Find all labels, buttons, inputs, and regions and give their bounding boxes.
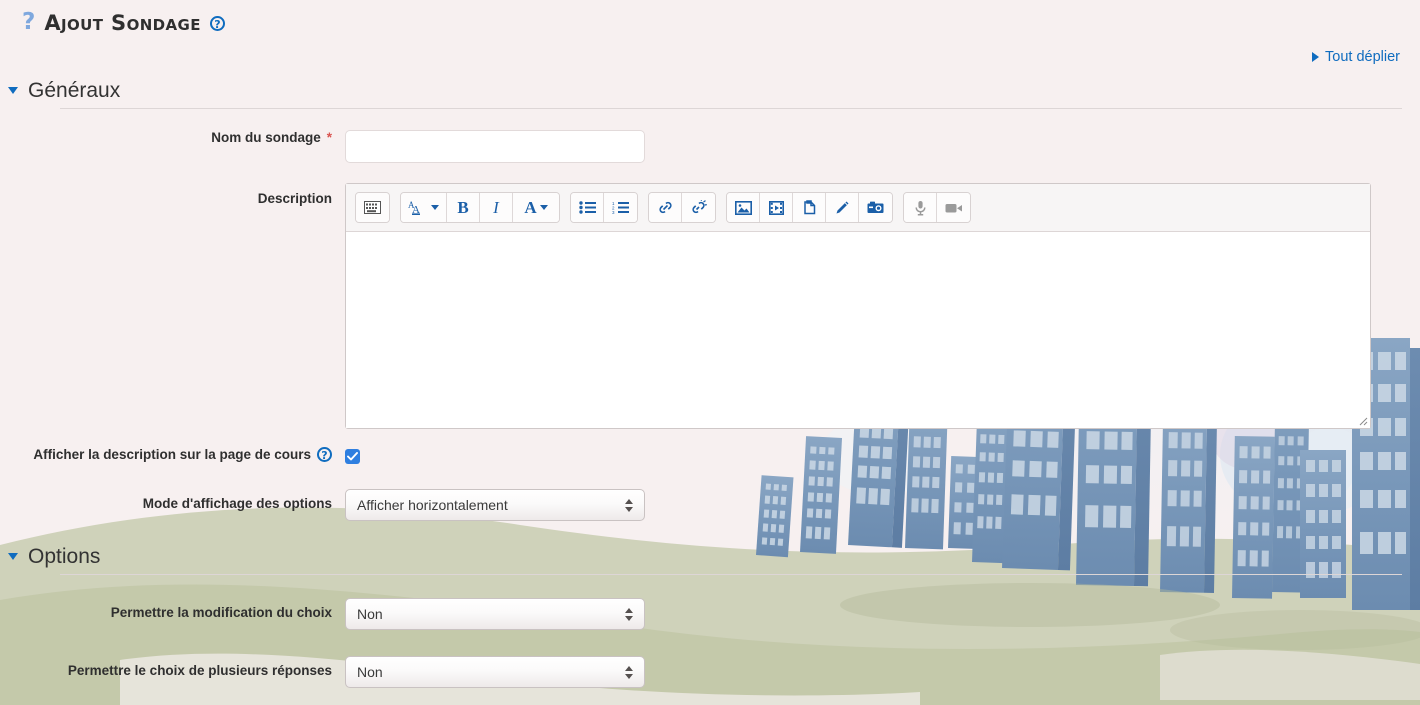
- font-style-icon[interactable]: A A: [401, 193, 447, 223]
- allow-update-select[interactable]: Non: [345, 598, 645, 631]
- required-indicator: *: [326, 130, 332, 146]
- pencil-icon[interactable]: [826, 193, 859, 223]
- show-description-checkbox[interactable]: [345, 449, 360, 465]
- question-mark-icon: ?: [22, 8, 36, 35]
- label-allow-update-text: Permettre la modification du choix: [110, 605, 332, 621]
- section-header-generaux[interactable]: Généraux: [0, 79, 1420, 102]
- text-color-icon[interactable]: A: [513, 193, 559, 223]
- expand-all-row: Tout déplier: [0, 49, 1420, 69]
- stepper-arrows-icon: [625, 665, 633, 679]
- editor-toolbar: A A B I A 1 2 3: [346, 184, 1370, 233]
- form-row-display-mode: Mode d'affichage des options Afficher ho…: [0, 489, 1420, 522]
- allow-update-value: Non: [357, 606, 383, 623]
- camera-icon[interactable]: [859, 193, 892, 223]
- page-header: ? Ajout Sondage ?: [0, 0, 1420, 38]
- label-description-text: Description: [257, 191, 332, 207]
- resize-handle[interactable]: [1356, 414, 1368, 426]
- section-title-options: Options: [28, 545, 101, 569]
- form-row-show-description: Afficher la description sur la page de c…: [0, 447, 1420, 466]
- toolbar-group-lists: 1 2 3: [570, 192, 638, 224]
- chevron-down-icon[interactable]: [8, 553, 18, 561]
- display-mode-select[interactable]: Afficher horizontalement: [345, 489, 645, 522]
- allow-multiple-value: Non: [357, 664, 383, 681]
- description-textarea[interactable]: [346, 232, 1370, 429]
- label-show-description-text: Afficher la description sur la page de c…: [33, 447, 311, 463]
- record-video-icon[interactable]: [937, 193, 970, 223]
- link-icon[interactable]: [649, 193, 682, 223]
- numbered-list-icon[interactable]: 1 2 3: [604, 193, 637, 223]
- chevron-down-icon: [539, 205, 548, 211]
- toolbar-group-text-format: A A B I A: [400, 192, 560, 224]
- help-icon[interactable]: ?: [209, 15, 225, 31]
- label-show-description: Afficher la description sur la page de c…: [0, 447, 345, 463]
- bold-icon[interactable]: B: [447, 193, 480, 223]
- video-icon[interactable]: [760, 193, 793, 223]
- expand-all-link[interactable]: Tout déplier: [1312, 49, 1400, 65]
- italic-icon[interactable]: I: [480, 193, 513, 223]
- stepper-arrows-icon: [625, 607, 633, 621]
- toolbar-group-keyboard: [355, 192, 390, 224]
- form-row-description: Description A A B I A 1 2 3: [0, 183, 1420, 430]
- allow-multiple-select[interactable]: Non: [345, 656, 645, 689]
- italic-label: I: [493, 198, 499, 218]
- svg-text:3: 3: [612, 210, 615, 214]
- svg-text:A: A: [412, 204, 420, 215]
- bulleted-list-icon[interactable]: [571, 193, 604, 223]
- form-row-allow-multiple: Permettre le choix de plusieurs réponses…: [0, 656, 1420, 689]
- form-row-name: Nom du sondage *: [0, 130, 1420, 164]
- expand-all-label: Tout déplier: [1325, 49, 1400, 65]
- label-description: Description: [0, 183, 345, 206]
- section-title-generaux: Généraux: [28, 79, 121, 102]
- label-name-text: Nom du sondage: [211, 130, 321, 146]
- stepper-arrows-icon: [625, 498, 633, 512]
- keyboard-icon[interactable]: [356, 193, 389, 223]
- label-display-mode-text: Mode d'affichage des options: [142, 496, 332, 512]
- section-divider: [60, 574, 1402, 576]
- toolbar-group-media: [726, 192, 893, 224]
- label-allow-multiple-text: Permettre le choix de plusieurs réponses: [67, 663, 332, 679]
- label-allow-update: Permettre la modification du choix: [0, 598, 345, 620]
- chevron-down-icon[interactable]: [8, 87, 18, 95]
- rich-text-editor: A A B I A 1 2 3: [345, 183, 1371, 430]
- help-icon[interactable]: ?: [317, 447, 332, 463]
- display-mode-value: Afficher horizontalement: [357, 497, 508, 514]
- toolbar-group-link: [648, 192, 716, 224]
- form-row-allow-update: Permettre la modification du choix Non: [0, 598, 1420, 631]
- label-allow-multiple: Permettre le choix de plusieurs réponses: [0, 656, 345, 678]
- chevron-right-icon: [1312, 52, 1320, 62]
- unlink-icon[interactable]: [682, 193, 715, 223]
- paste-icon[interactable]: [793, 193, 826, 223]
- image-icon[interactable]: [727, 193, 760, 223]
- bold-label: B: [457, 198, 469, 218]
- survey-name-input[interactable]: [345, 130, 645, 164]
- text-color-label: A: [524, 198, 537, 218]
- label-name: Nom du sondage *: [0, 130, 345, 145]
- page-title: Ajout Sondage: [44, 10, 201, 35]
- label-display-mode: Mode d'affichage des options: [0, 489, 345, 511]
- section-divider: [60, 108, 1402, 110]
- chevron-down-icon: [431, 205, 439, 211]
- section-header-options[interactable]: Options: [0, 545, 1420, 568]
- microphone-icon[interactable]: [904, 193, 937, 223]
- toolbar-group-record: [903, 192, 971, 224]
